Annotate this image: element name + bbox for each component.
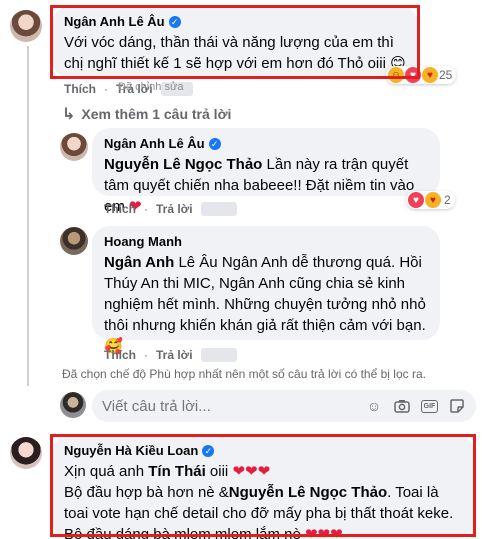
timestamp[interactable] — [200, 202, 237, 216]
reply-actions: Thích · Trả lời — [104, 348, 237, 362]
reply-actions: Thích · Trả lời — [104, 202, 237, 216]
see-more-label: Xem thêm 1 câu trả lời — [81, 106, 232, 122]
reaction-count: 2 — [444, 193, 451, 207]
avatar[interactable] — [60, 227, 88, 255]
emoji-icon[interactable]: ☺ — [365, 397, 383, 415]
love-reaction-icon: ♥ — [408, 192, 424, 208]
camera-icon[interactable] — [393, 397, 411, 415]
filter-note: Đã chọn chế độ Phù hợp nhất nên một số c… — [62, 367, 426, 381]
reply-author[interactable]: Ngân Anh Lê Âu ✓ — [104, 136, 428, 152]
care-reaction-icon: ♥ — [422, 67, 438, 83]
author-name[interactable]: Ngân Anh Lê Âu — [104, 136, 205, 152]
reply-input-box[interactable]: ☺ GIF — [92, 390, 476, 422]
reaction-summary[interactable]: ♥ ♥ 2 — [406, 191, 455, 209]
see-more-replies[interactable]: ↳ Xem thêm 1 câu trả lời — [62, 104, 231, 124]
reply-input[interactable] — [102, 397, 365, 415]
avatar[interactable] — [10, 437, 42, 469]
care-reaction-icon: ♥ — [425, 192, 441, 208]
reply-text: Ngân Anh Lê Âu Ngân Anh dễ thương quá. H… — [104, 254, 426, 355]
reply-bubble: Ngân Anh Lê Âu ✓ Nguyễn Lê Ngọc Thảo Lần… — [92, 128, 440, 215]
edited-label-row: Đã chỉnh sửa — [118, 81, 183, 93]
reply-button[interactable]: Trả lời — [156, 202, 193, 216]
sticker-icon[interactable] — [448, 397, 466, 415]
highlight-box — [50, 5, 420, 79]
highlight-box — [50, 434, 476, 537]
like-button[interactable]: Thích — [104, 348, 136, 362]
input-icons: ☺ GIF — [365, 397, 466, 415]
reply-author[interactable]: Hoang Manh — [104, 234, 428, 250]
thread-line — [27, 46, 29, 386]
like-button[interactable]: Thích — [104, 202, 136, 216]
reply-arrow-icon: ↳ — [62, 106, 76, 123]
edited-label: Đã chỉnh sửa — [118, 81, 184, 93]
avatar[interactable] — [10, 10, 42, 42]
avatar[interactable] — [60, 133, 88, 161]
reply-bubble: Hoang Manh Ngân Anh Lê Âu Ngân Anh dễ th… — [92, 226, 440, 355]
mention-link[interactable]: Ngân Anh — [104, 254, 174, 271]
reply-button[interactable]: Trả lời — [156, 348, 193, 362]
author-name[interactable]: Hoang Manh — [104, 234, 182, 250]
gif-icon[interactable]: GIF — [421, 399, 438, 413]
timestamp[interactable] — [200, 348, 237, 362]
like-button[interactable]: Thích — [64, 82, 96, 96]
mention-link[interactable]: Nguyễn Lê Ngọc Thảo — [104, 156, 262, 173]
avatar — [60, 392, 86, 418]
reaction-count: 25 — [439, 68, 453, 82]
verified-icon: ✓ — [208, 138, 221, 150]
